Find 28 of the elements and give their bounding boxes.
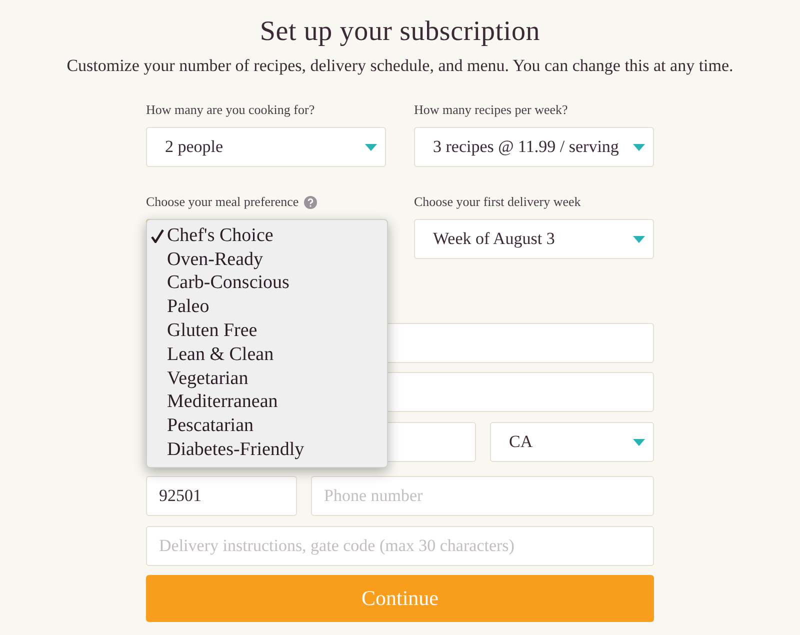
instructions-field[interactable]: Delivery instructions, gate code (max 30 characters) bbox=[146, 526, 654, 566]
menu-option[interactable]: Diabetes-Friendly bbox=[147, 438, 387, 462]
field-label: Choose your first delivery week bbox=[414, 194, 581, 210]
dropdown[interactable]: 3 recipes @ 11.99 / serving bbox=[414, 127, 654, 167]
caret-icon bbox=[633, 438, 645, 446]
menu-option[interactable]: Pescatarian bbox=[147, 414, 387, 438]
field-label: Choose your meal preference bbox=[146, 194, 299, 210]
menu-option[interactable]: Lean & Clean bbox=[147, 342, 387, 367]
help-icon[interactable] bbox=[304, 196, 317, 208]
dropdown[interactable]: CA bbox=[490, 422, 654, 462]
caret-icon bbox=[633, 144, 645, 150]
caret-icon bbox=[633, 236, 645, 242]
menu-option[interactable]: Mediterranean bbox=[147, 390, 387, 414]
dropdown[interactable]: Week of August 3 bbox=[414, 219, 654, 259]
menu-option[interactable]: Chef's Choice bbox=[147, 224, 387, 248]
menu-option[interactable]: Gluten Free bbox=[147, 319, 387, 343]
field-label: How many recipes per week? bbox=[414, 102, 568, 118]
page-subtitle: Customize your number of recipes, delivery schedule, and menu. You can change this at any time. bbox=[66, 56, 734, 76]
dropdown[interactable]: 2 people bbox=[146, 127, 386, 167]
caret-icon bbox=[365, 144, 377, 150]
menu-option[interactable]: Carb-Conscious bbox=[147, 272, 387, 296]
phone-field[interactable]: Phone number bbox=[311, 476, 654, 516]
page-title: Set up your subscription bbox=[260, 16, 540, 48]
field-label: How many are you cooking for? bbox=[146, 102, 315, 118]
zip-field[interactable]: 92501 bbox=[146, 476, 297, 516]
menu-option[interactable]: Paleo bbox=[147, 295, 387, 320]
menu-option[interactable]: Oven-Ready bbox=[147, 248, 387, 272]
menu-option[interactable]: Vegetarian bbox=[147, 366, 387, 391]
